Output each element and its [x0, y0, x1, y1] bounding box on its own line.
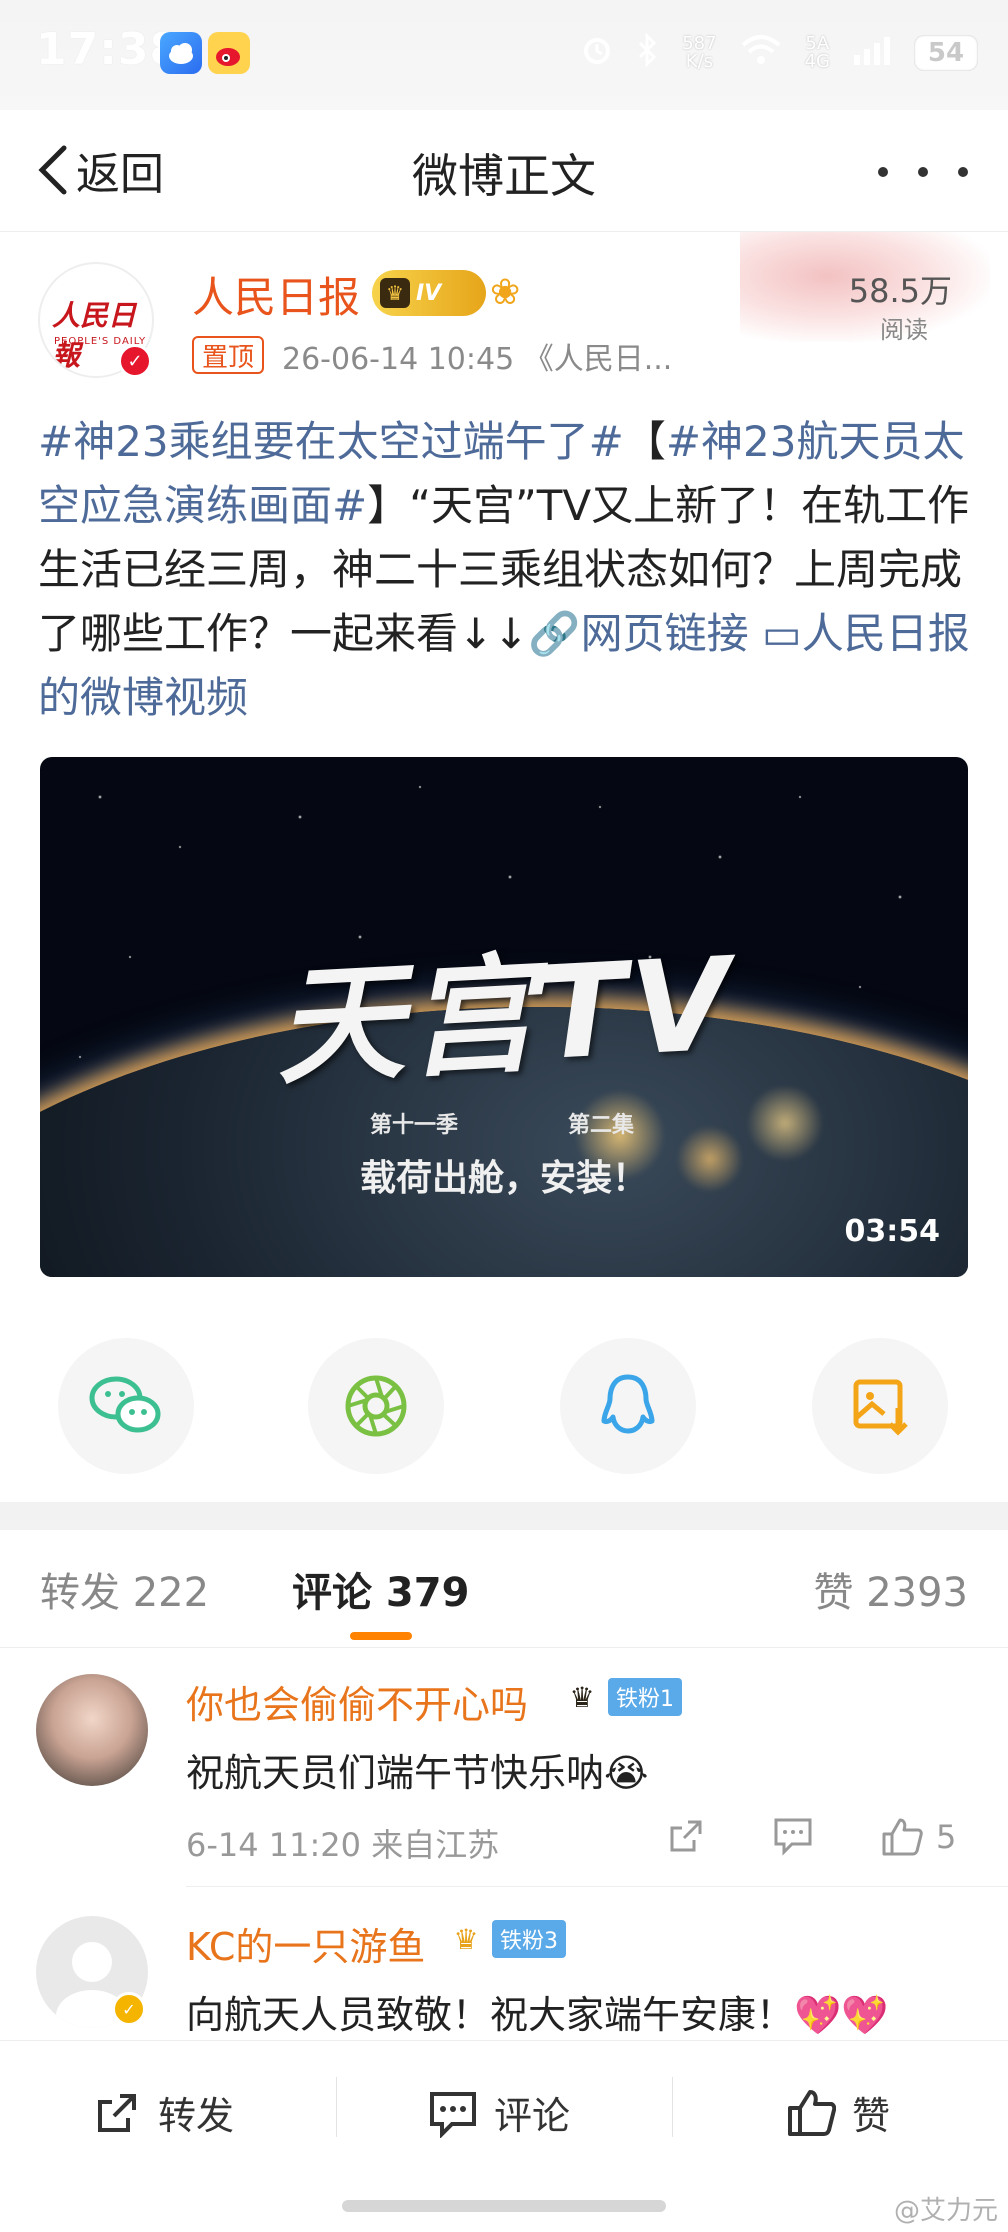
author-name[interactable]: 人民日报	[192, 264, 360, 325]
crown-icon: ♛	[569, 1680, 595, 1714]
forward-label: 转发	[158, 2094, 235, 2138]
status-indicators: 587 K/s 5A 4G 54	[580, 28, 978, 78]
network-type: 5A 4G	[804, 33, 830, 72]
interaction-tabs: 转发 222 评论 379 赞 2393	[0, 1530, 1008, 1648]
text-bracket: 【	[623, 417, 666, 466]
wifi-icon	[739, 33, 783, 73]
crown-icon: ♛	[453, 1922, 479, 1956]
bottom-action-bar: 转发 评论 赞	[0, 2040, 1008, 2180]
nav-bar: 返回 微博正文	[0, 110, 1008, 232]
comment-item: ✓ KC的一只游鱼 ♛ 铁粉3 向航天人员致敬！祝大家端午安康！💖💖	[0, 1888, 1008, 2040]
commenter-name[interactable]: 你也会偷偷不开心吗	[186, 1674, 528, 1729]
alarm-icon	[580, 33, 614, 73]
cloud-app-icon	[160, 32, 202, 74]
commenter-name[interactable]: KC的一只游鱼	[186, 1916, 425, 1971]
comment-like-button[interactable]: 5	[880, 1816, 956, 1858]
thumbs-up-icon	[882, 1818, 923, 1856]
forward-button[interactable]: 转发	[92, 2085, 234, 2140]
more-dot-icon	[958, 167, 968, 177]
comment-forward-button[interactable]	[666, 1816, 706, 1856]
tab-forwards[interactable]: 转发 222	[40, 1560, 209, 1618]
share-qq-button[interactable]	[560, 1338, 696, 1474]
verified-badge-icon: ✓	[118, 344, 152, 378]
more-dot-icon	[878, 167, 888, 177]
fan-level-badge: ♛ 铁粉3	[444, 1920, 566, 1958]
video-episode: 第二集	[568, 1112, 635, 1138]
crown-icon: ♛	[380, 278, 410, 308]
read-count: 58.5万	[848, 272, 952, 310]
flower-icon: ❀	[490, 272, 521, 313]
member-level: IV	[416, 280, 442, 306]
signal-icon	[852, 35, 892, 71]
pinned-badge: 置顶	[192, 336, 265, 374]
post-meta: 26-06-14 10:45 《人民日...	[282, 342, 673, 377]
share-icon	[98, 2093, 136, 2132]
tab-likes[interactable]: 赞 2393	[813, 1560, 968, 1618]
comment-like-count: 5	[936, 1818, 957, 1856]
comment-label: 评论	[494, 2094, 571, 2138]
comment-meta: 6-14 11:20 来自江苏	[186, 1826, 500, 1864]
video-duration: 03:54	[844, 1214, 941, 1249]
status-bar: 17:38 587 K/s 5A 4G 54	[0, 0, 1008, 110]
commenter-avatar[interactable]	[36, 1674, 148, 1786]
comment-separator	[186, 1886, 1008, 1887]
comment-icon	[430, 2091, 476, 2138]
watermark: @艾力元	[893, 2196, 998, 2226]
page-title: 微博正文	[412, 149, 596, 203]
like-label: 赞	[852, 2094, 891, 2138]
like-button[interactable]: 赞	[786, 2085, 890, 2140]
share-row	[0, 1338, 1008, 1478]
net-speed: 587 K/s	[682, 33, 717, 72]
qq-icon	[601, 1374, 655, 1434]
post-text: #神23乘组要在太空过端午了#【#神23航天员太空应急演练画面#】“天宫”TV又…	[38, 410, 973, 730]
comment-reply-button[interactable]	[772, 1816, 814, 1856]
weibo-app-icon	[208, 32, 250, 74]
bottom-separator	[336, 2077, 337, 2137]
comment-icon	[774, 1818, 812, 1856]
share-moments-button[interactable]	[308, 1338, 444, 1474]
comment-text: 向航天人员致敬！祝大家端午安康！💖💖	[186, 1993, 889, 2037]
active-tab-indicator	[350, 1632, 412, 1640]
tab-comments[interactable]: 评论 379	[292, 1560, 469, 1618]
fan-level-text: 铁粉3	[492, 1920, 566, 1958]
bluetooth-icon	[636, 32, 660, 73]
save-image-icon	[853, 1379, 908, 1436]
verified-yellow-icon: ✓	[112, 1992, 146, 2026]
fan-level-text: 铁粉1	[608, 1678, 682, 1716]
video-season: 第十一季	[370, 1112, 459, 1138]
fan-level-badge: ♛ 铁粉1	[560, 1678, 682, 1716]
share-wechat-button[interactable]	[58, 1338, 194, 1474]
wechat-icon	[89, 1376, 161, 1433]
comment-text: 祝航天员们端午节快乐呐😭	[186, 1751, 649, 1795]
more-options-button[interactable]	[878, 150, 968, 194]
comment-button[interactable]: 评论	[428, 2085, 570, 2140]
web-link[interactable]: 🔗网页链接	[528, 609, 748, 658]
share-icon	[670, 1820, 702, 1852]
battery-indicator: 54	[914, 35, 978, 71]
video-subtitle: 载荷出舱，安装！	[359, 1157, 648, 1199]
home-indicator[interactable]	[342, 2200, 666, 2212]
topic-link[interactable]: #神23乘组要在太空过端午了#	[38, 417, 624, 466]
save-image-button[interactable]	[812, 1338, 948, 1474]
comment-item: 你也会偷偷不开心吗 ♛ 铁粉1 祝航天员们端午节快乐呐😭 6-14 11:20 …	[0, 1648, 1008, 1888]
member-level-badge[interactable]: ♛ IV	[372, 270, 486, 316]
section-divider	[0, 1502, 1008, 1530]
bottom-separator	[672, 2077, 673, 2137]
read-label: 阅读	[880, 316, 928, 344]
moments-icon	[345, 1375, 407, 1437]
more-dot-icon	[918, 167, 928, 177]
thumbs-up-icon	[788, 2089, 836, 2136]
video-player[interactable]: 天宫TV 第十一季 第二集 载荷出舱，安装！ 03:54	[40, 757, 968, 1277]
